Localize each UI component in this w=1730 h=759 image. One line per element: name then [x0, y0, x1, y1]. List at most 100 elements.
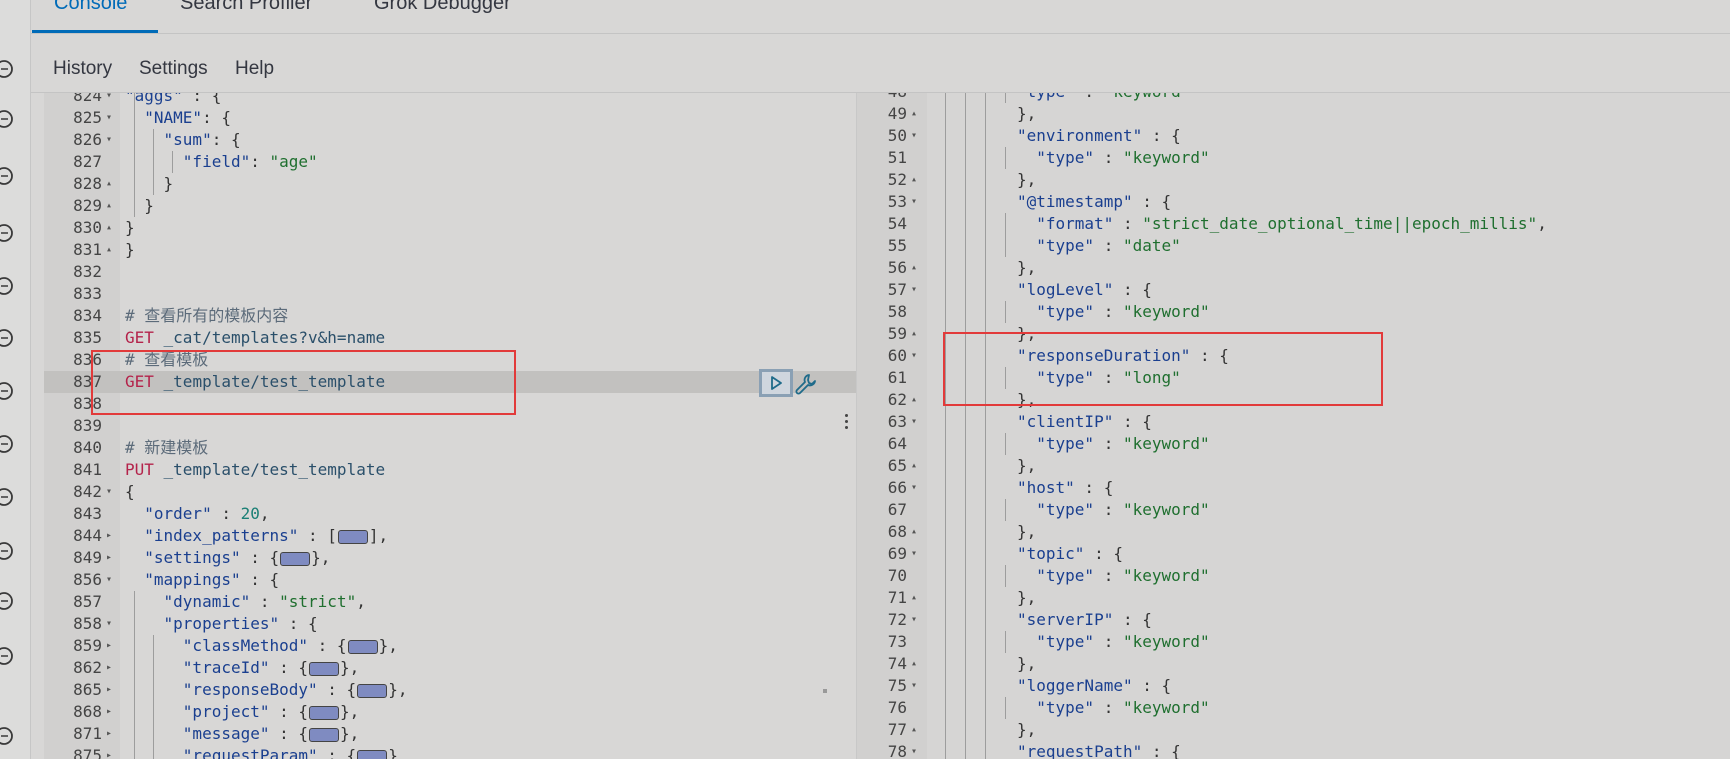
send-request-button[interactable]	[759, 369, 793, 397]
fold-toggle-icon[interactable]: ▾	[911, 675, 917, 697]
fold-toggle-icon[interactable]: ▸	[106, 547, 112, 569]
fold-toggle-icon[interactable]: ▴	[911, 521, 917, 543]
code-line[interactable]: 843 "order" : 20,	[44, 503, 858, 525]
code-line[interactable]: 51 "type" : "keyword"	[857, 147, 1730, 169]
code-line[interactable]: 77 ▴},	[857, 719, 1730, 741]
apm-icon[interactable]	[0, 433, 22, 455]
code-line[interactable]: 62 ▴},	[857, 389, 1730, 411]
tab-search-profiler[interactable]: Search Profiler	[180, 0, 312, 15]
folded-placeholder[interactable]	[347, 639, 378, 654]
folded-placeholder[interactable]	[357, 683, 388, 698]
response-viewer[interactable]: 48"type" : "keyword"49▴},50▾"environment…	[856, 93, 1730, 759]
code-line[interactable]: 831 ▴}	[44, 239, 858, 261]
fold-toggle-icon[interactable]: ▾	[106, 93, 112, 107]
fold-toggle-icon[interactable]: ▴	[106, 195, 112, 217]
dev-tools-icon[interactable]	[0, 590, 22, 612]
tab-console[interactable]: Console	[54, 0, 127, 15]
code-line[interactable]: 835 GET _cat/templates?v&h=name	[44, 327, 858, 349]
folded-placeholder[interactable]	[337, 529, 368, 544]
code-line[interactable]: 832	[44, 261, 858, 283]
code-line[interactable]: 838	[44, 393, 858, 415]
code-line[interactable]: 825 ▾ "NAME": {	[44, 107, 858, 129]
dashboard-icon[interactable]	[0, 108, 22, 130]
code-line[interactable]: 862 ▸ "traceId" : {},	[44, 657, 858, 679]
code-line[interactable]: 834 # 查看所有的模板内容	[44, 305, 858, 327]
fold-toggle-icon[interactable]: ▾	[106, 481, 112, 503]
folded-placeholder[interactable]	[309, 661, 340, 676]
code-line[interactable]: 865 ▸ "responseBody" : {},	[44, 679, 858, 701]
code-line[interactable]: 60 ▾ "responseDuration" : {	[857, 345, 1730, 367]
code-line[interactable]: 824 ▾ "aggs" : {	[44, 93, 858, 107]
fold-toggle-icon[interactable]: ▾	[106, 129, 112, 151]
code-line[interactable]: 830 ▴}	[44, 217, 858, 239]
code-line[interactable]: 53 ▾ "@timestamp" : {	[857, 191, 1730, 213]
fold-toggle-icon[interactable]: ▾	[106, 107, 112, 129]
fold-toggle-icon[interactable]: ▴	[911, 169, 917, 191]
fold-toggle-icon[interactable]: ▾	[911, 477, 917, 499]
code-line[interactable]: 78 ▾ "requestPath" : {	[857, 741, 1730, 759]
code-line[interactable]: 839	[44, 415, 858, 437]
code-line[interactable]: 63 ▾ "clientIP" : {	[857, 411, 1730, 433]
fold-toggle-icon[interactable]: ▴	[911, 323, 917, 345]
fold-toggle-icon[interactable]: ▸	[106, 657, 112, 679]
code-line[interactable]: 54 "format" : "strict_date_optional_time…	[857, 213, 1730, 235]
code-line[interactable]: 71 ▴},	[857, 587, 1730, 609]
graph-icon[interactable]	[0, 327, 22, 349]
expand-icon[interactable]	[0, 725, 22, 747]
help-menu[interactable]: Help	[235, 58, 274, 80]
tab-grok-debugger[interactable]: Grok Debugger	[374, 0, 511, 15]
fold-toggle-icon[interactable]: ▸	[106, 723, 112, 745]
code-line[interactable]: 836 # 查看模板	[44, 349, 858, 371]
observability-icon[interactable]	[0, 380, 22, 402]
code-line[interactable]: 66 ▾ "host" : {	[857, 477, 1730, 499]
code-line[interactable]: 55 "type" : "date"	[857, 235, 1730, 257]
code-line[interactable]: 74 ▴},	[857, 653, 1730, 675]
code-line[interactable]: 856 ▾ "mappings" : {	[44, 569, 858, 591]
ml-icon[interactable]	[0, 275, 22, 297]
code-line[interactable]: 64 "type" : "keyword"	[857, 433, 1730, 455]
management-icon[interactable]	[0, 645, 22, 667]
code-line[interactable]: 842 ▾ {	[44, 481, 858, 503]
fold-toggle-icon[interactable]: ▾	[911, 609, 917, 631]
settings-menu[interactable]: Settings	[139, 58, 208, 80]
code-line[interactable]: 833	[44, 283, 858, 305]
uptime-icon[interactable]	[0, 486, 22, 508]
code-line[interactable]: 67 "type" : "keyword"	[857, 499, 1730, 521]
fold-toggle-icon[interactable]: ▾	[911, 345, 917, 367]
code-line[interactable]: 49 ▴},	[857, 103, 1730, 125]
fold-toggle-icon[interactable]: ▾	[106, 613, 112, 635]
fold-toggle-icon[interactable]: ▸	[106, 635, 112, 657]
code-line[interactable]: 70 "type" : "keyword"	[857, 565, 1730, 587]
code-line[interactable]: 56 ▴},	[857, 257, 1730, 279]
code-line[interactable]: 58 "type" : "keyword"	[857, 301, 1730, 323]
siem-icon[interactable]	[0, 540, 22, 562]
folded-placeholder[interactable]	[309, 727, 340, 742]
fold-toggle-icon[interactable]: ▴	[911, 389, 917, 411]
code-line[interactable]: 75 ▾ "loggerName" : {	[857, 675, 1730, 697]
code-line[interactable]: 829 ▴ }	[44, 195, 858, 217]
code-line[interactable]: 48 "type" : "keyword"	[857, 93, 1730, 103]
fold-toggle-icon[interactable]: ▴	[911, 103, 917, 125]
code-line[interactable]: 65 ▴},	[857, 455, 1730, 477]
code-line[interactable]: 73 "type" : "keyword"	[857, 631, 1730, 653]
folded-placeholder[interactable]	[309, 705, 340, 720]
fold-toggle-icon[interactable]: ▾	[106, 569, 112, 591]
fold-toggle-icon[interactable]: ▾	[911, 741, 917, 759]
compass-icon[interactable]	[0, 58, 22, 80]
folded-placeholder[interactable]	[357, 749, 388, 759]
fold-toggle-icon[interactable]: ▾	[911, 125, 917, 147]
code-line[interactable]: 875 ▸ "requestParam" : {}	[44, 745, 858, 759]
request-editor[interactable]: 824 ▾ "aggs" : {825 ▾ "NAME": {826 ▾ "sum": …	[44, 93, 858, 759]
fold-toggle-icon[interactable]: ▴	[106, 239, 112, 261]
pane-resize-handle[interactable]	[842, 410, 850, 434]
code-line[interactable]: 844 ▸ "index_patterns" : [],	[44, 525, 858, 547]
folded-placeholder[interactable]	[280, 551, 311, 566]
code-line[interactable]: 871 ▸ "message" : {},	[44, 723, 858, 745]
fold-toggle-icon[interactable]: ▴	[911, 653, 917, 675]
code-line[interactable]: 72 ▾ "serverIP" : {	[857, 609, 1730, 631]
code-line[interactable]: 837 GET _template/test_template	[44, 371, 858, 393]
fold-toggle-icon[interactable]: ▴	[911, 455, 917, 477]
code-line[interactable]: 50 ▾ "environment" : {	[857, 125, 1730, 147]
fold-toggle-icon[interactable]: ▾	[911, 411, 917, 433]
code-line[interactable]: 849 ▸ "settings" : {},	[44, 547, 858, 569]
